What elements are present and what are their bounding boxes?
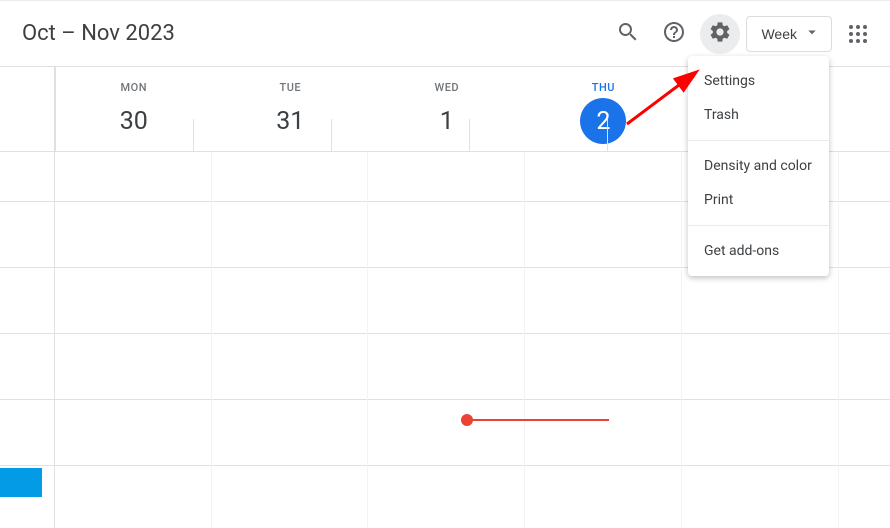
help-icon xyxy=(662,20,686,47)
day-header-thu[interactable]: THU 2 xyxy=(525,67,682,151)
day-name: WED xyxy=(435,81,460,94)
day-header-mon[interactable]: MON 30 xyxy=(55,67,212,151)
settings-menu: Settings Trash Density and color Print G… xyxy=(688,56,829,276)
day-header-tue[interactable]: TUE 31 xyxy=(212,67,369,151)
day-number-today[interactable]: 2 xyxy=(580,98,626,144)
day-number[interactable]: 30 xyxy=(111,98,157,144)
day-name: MON xyxy=(121,81,148,94)
view-selector[interactable]: Week xyxy=(746,16,832,52)
header-actions: Week xyxy=(608,14,878,54)
menu-item-settings[interactable]: Settings xyxy=(688,64,829,98)
day-header-wed[interactable]: WED 1 xyxy=(368,67,525,151)
grid-col-thu[interactable] xyxy=(525,152,682,528)
help-button[interactable] xyxy=(654,14,694,54)
search-icon xyxy=(616,20,640,47)
menu-item-print[interactable]: Print xyxy=(688,183,829,217)
date-range-title: Oct – Nov 2023 xyxy=(22,21,608,46)
apps-button[interactable] xyxy=(838,14,878,54)
menu-item-addons[interactable]: Get add-ons xyxy=(688,234,829,268)
grid-col-tue[interactable] xyxy=(212,152,369,528)
day-name: TUE xyxy=(279,81,301,94)
day-number[interactable]: 31 xyxy=(267,98,313,144)
grid-col-partial[interactable] xyxy=(839,152,890,528)
menu-divider xyxy=(688,140,829,141)
menu-divider xyxy=(688,225,829,226)
day-header-partial xyxy=(838,67,890,151)
view-label: Week xyxy=(761,26,797,42)
search-button[interactable] xyxy=(608,14,648,54)
settings-button[interactable] xyxy=(700,14,740,54)
now-indicator xyxy=(467,419,609,421)
day-number[interactable]: 1 xyxy=(424,98,470,144)
menu-item-density[interactable]: Density and color xyxy=(688,149,829,183)
day-name: THU xyxy=(592,81,615,94)
grid-col-mon[interactable] xyxy=(55,152,212,528)
gear-icon xyxy=(708,20,732,47)
menu-item-trash[interactable]: Trash xyxy=(688,98,829,132)
apps-icon xyxy=(849,25,867,43)
grid-col-wed[interactable] xyxy=(368,152,525,528)
event-block[interactable] xyxy=(0,468,42,497)
timezone-gutter xyxy=(0,67,55,151)
chevron-down-icon xyxy=(803,23,821,44)
